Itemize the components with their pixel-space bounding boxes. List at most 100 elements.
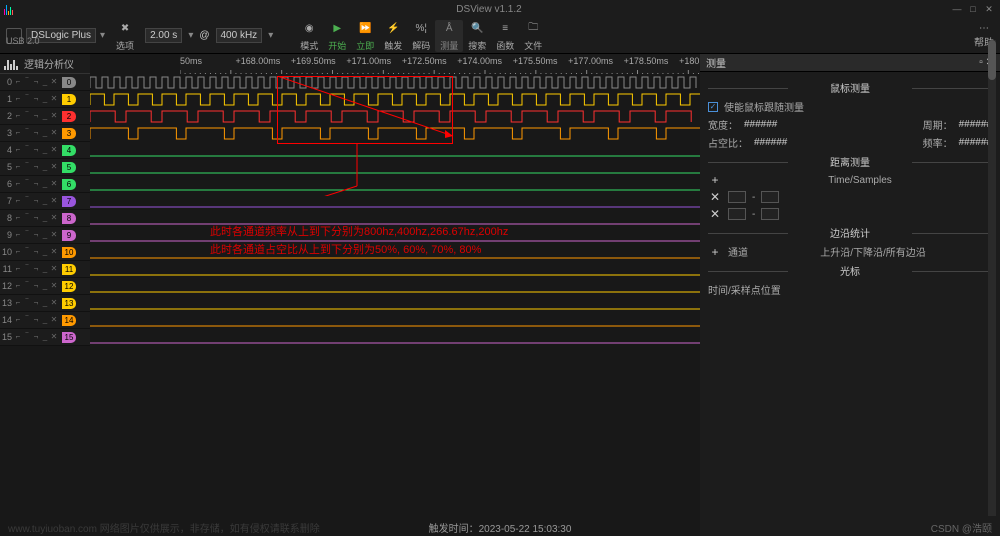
high-icon[interactable]: ‾ xyxy=(23,197,31,205)
mode-button[interactable]: ◉模式 xyxy=(295,20,323,52)
channel-badge[interactable]: 9 xyxy=(62,230,76,241)
falling-edge-icon[interactable]: ¬ xyxy=(32,146,40,154)
measure-button[interactable]: Å测量 xyxy=(435,20,463,52)
rising-edge-icon[interactable]: ⌐ xyxy=(14,95,22,103)
rising-edge-icon[interactable]: ⌐ xyxy=(14,316,22,324)
instant-button[interactable]: ⏩立即 xyxy=(351,20,379,52)
channel-badge[interactable]: 5 xyxy=(62,162,76,173)
channel-badge[interactable]: 8 xyxy=(62,213,76,224)
falling-edge-icon[interactable]: ¬ xyxy=(32,180,40,188)
x-icon[interactable]: ✕ xyxy=(50,299,58,307)
falling-edge-icon[interactable]: ¬ xyxy=(32,248,40,256)
decode-button[interactable]: %¦解码 xyxy=(407,20,435,52)
x-icon[interactable]: ✕ xyxy=(50,95,58,103)
falling-edge-icon[interactable]: ¬ xyxy=(32,78,40,86)
falling-edge-icon[interactable]: ¬ xyxy=(32,129,40,137)
x-icon[interactable]: ✕ xyxy=(50,214,58,222)
maximize-button[interactable]: □ xyxy=(966,4,980,14)
falling-edge-icon[interactable]: ¬ xyxy=(32,282,40,290)
channel-badge[interactable]: 13 xyxy=(62,298,76,309)
rising-edge-icon[interactable]: ⌐ xyxy=(14,299,22,307)
x-icon[interactable]: ✕ xyxy=(50,163,58,171)
low-icon[interactable]: _ xyxy=(41,316,49,324)
low-icon[interactable]: _ xyxy=(41,146,49,154)
falling-edge-icon[interactable]: ¬ xyxy=(32,112,40,120)
falling-edge-icon[interactable]: ¬ xyxy=(32,95,40,103)
channel-badge[interactable]: 2 xyxy=(62,111,76,122)
falling-edge-icon[interactable]: ¬ xyxy=(32,214,40,222)
trigger-button[interactable]: ⚡触发 xyxy=(379,20,407,52)
channel-badge[interactable]: 1 xyxy=(62,94,76,105)
search-button[interactable]: 🔍搜索 xyxy=(463,20,491,52)
low-icon[interactable]: _ xyxy=(41,265,49,273)
high-icon[interactable]: ‾ xyxy=(23,231,31,239)
channel-badge[interactable]: 3 xyxy=(62,128,76,139)
low-icon[interactable]: _ xyxy=(41,282,49,290)
high-icon[interactable]: ‾ xyxy=(23,129,31,137)
time-ruler[interactable]: 50ms+168.00ms+169.50ms+171.00ms+172.50ms… xyxy=(180,54,700,74)
waveform-area[interactable]: 逻辑分析仪 50ms+168.00ms+169.50ms+171.00ms+17… xyxy=(0,54,700,536)
x-icon[interactable]: ✕ xyxy=(50,265,58,273)
rising-edge-icon[interactable]: ⌐ xyxy=(14,146,22,154)
remove-distance-button-1[interactable]: ✕ xyxy=(708,190,722,204)
channel-badge[interactable]: 15 xyxy=(62,332,76,343)
low-icon[interactable]: _ xyxy=(41,197,49,205)
low-icon[interactable]: _ xyxy=(41,95,49,103)
rising-edge-icon[interactable]: ⌐ xyxy=(14,180,22,188)
rising-edge-icon[interactable]: ⌐ xyxy=(14,231,22,239)
channel-badge[interactable]: 4 xyxy=(62,145,76,156)
high-icon[interactable]: ‾ xyxy=(23,180,31,188)
x-icon[interactable]: ✕ xyxy=(50,146,58,154)
channel-badge[interactable]: 6 xyxy=(62,179,76,190)
rising-edge-icon[interactable]: ⌐ xyxy=(14,163,22,171)
low-icon[interactable]: _ xyxy=(41,231,49,239)
x-icon[interactable]: ✕ xyxy=(50,231,58,239)
high-icon[interactable]: ‾ xyxy=(23,265,31,273)
x-icon[interactable]: ✕ xyxy=(50,282,58,290)
start-button[interactable]: ▶开始 xyxy=(323,20,351,52)
low-icon[interactable]: _ xyxy=(41,299,49,307)
rising-edge-icon[interactable]: ⌐ xyxy=(14,248,22,256)
low-icon[interactable]: _ xyxy=(41,163,49,171)
panel-scrollbar[interactable] xyxy=(988,40,996,516)
x-icon[interactable]: ✕ xyxy=(50,129,58,137)
channel-badge[interactable]: 0 xyxy=(62,77,76,88)
high-icon[interactable]: ‾ xyxy=(23,316,31,324)
add-distance-button[interactable]: + xyxy=(708,173,722,187)
low-icon[interactable]: _ xyxy=(41,333,49,341)
high-icon[interactable]: ‾ xyxy=(23,214,31,222)
falling-edge-icon[interactable]: ¬ xyxy=(32,163,40,171)
high-icon[interactable]: ‾ xyxy=(23,282,31,290)
low-icon[interactable]: _ xyxy=(41,214,49,222)
rising-edge-icon[interactable]: ⌐ xyxy=(14,265,22,273)
falling-edge-icon[interactable]: ¬ xyxy=(32,197,40,205)
high-icon[interactable]: ‾ xyxy=(23,248,31,256)
falling-edge-icon[interactable]: ¬ xyxy=(32,265,40,273)
function-button[interactable]: ≡函数 xyxy=(491,20,519,52)
high-icon[interactable]: ‾ xyxy=(23,333,31,341)
channel-badge[interactable]: 10 xyxy=(62,247,76,258)
options-button[interactable]: ✖ 选项 xyxy=(111,20,139,52)
enable-mouse-checkbox[interactable]: ✓ xyxy=(708,102,718,112)
rising-edge-icon[interactable]: ⌐ xyxy=(14,214,22,222)
high-icon[interactable]: ‾ xyxy=(23,78,31,86)
high-icon[interactable]: ‾ xyxy=(23,163,31,171)
channel-badge[interactable]: 7 xyxy=(62,196,76,207)
rate-select[interactable]: 400 kHz xyxy=(216,28,263,43)
x-icon[interactable]: ✕ xyxy=(50,180,58,188)
x-icon[interactable]: ✕ xyxy=(50,197,58,205)
high-icon[interactable]: ‾ xyxy=(23,299,31,307)
x-icon[interactable]: ✕ xyxy=(50,78,58,86)
low-icon[interactable]: _ xyxy=(41,112,49,120)
channel-badge[interactable]: 12 xyxy=(62,281,76,292)
close-button[interactable]: ✕ xyxy=(982,4,996,14)
x-icon[interactable]: ✕ xyxy=(50,112,58,120)
minimize-button[interactable]: — xyxy=(950,4,964,14)
rising-edge-icon[interactable]: ⌐ xyxy=(14,129,22,137)
channel-badge[interactable]: 14 xyxy=(62,315,76,326)
rising-edge-icon[interactable]: ⌐ xyxy=(14,282,22,290)
rising-edge-icon[interactable]: ⌐ xyxy=(14,78,22,86)
channel-badge[interactable]: 11 xyxy=(62,264,76,275)
low-icon[interactable]: _ xyxy=(41,78,49,86)
high-icon[interactable]: ‾ xyxy=(23,112,31,120)
